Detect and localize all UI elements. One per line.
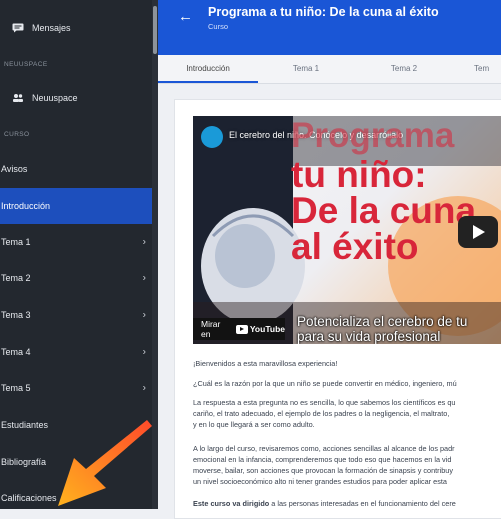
sidebar-item-label: Tema 4 xyxy=(1,347,31,357)
page-subtitle: Curso xyxy=(208,22,229,31)
paragraph-course-2: emocional en la infancia, comprenderemos… xyxy=(193,455,452,464)
sidebar-item-tema-5[interactable]: Tema 5 › xyxy=(0,370,158,406)
tab-introduccion[interactable]: Introducción xyxy=(158,55,258,83)
sidebar-item-tema-2[interactable]: Tema 2 › xyxy=(0,260,158,296)
audience-bold: Este curso va dirigido xyxy=(193,499,270,508)
watch-on-youtube-button[interactable]: Mirar en YouTube xyxy=(193,318,285,340)
play-button[interactable] xyxy=(458,216,498,248)
paragraph-answer-1: La respuesta a esta pregunta no es senci… xyxy=(193,398,456,407)
course-header: ← Programa a tu niño: De la cuna al éxit… xyxy=(158,0,501,55)
sidebar-item-label: Calificaciones xyxy=(1,493,57,503)
sidebar-item-label: Tema 3 xyxy=(1,310,31,320)
section-neuuspace: NEUUSPACE xyxy=(4,61,48,68)
thumbnail-text-4: al éxito xyxy=(291,226,419,267)
chevron-right-icon: › xyxy=(142,382,146,394)
sidebar-item-label: Introducción xyxy=(1,201,51,211)
thumbnail-footer-2: para su vida profesional xyxy=(297,329,441,344)
sidebar-item-label: Estudiantes xyxy=(1,420,49,430)
sidebar-item-label: Tema 2 xyxy=(1,273,31,283)
chevron-right-icon: › xyxy=(142,272,146,284)
sidebar-item-label: Mensajes xyxy=(32,23,71,33)
video-embed[interactable]: El cerebro del niño. Conócelo y desarról… xyxy=(193,116,501,344)
paragraph-course-4: un nivel socioeconómico alto ni tener gr… xyxy=(193,477,447,486)
users-icon xyxy=(12,93,24,103)
tab-tema-2[interactable]: Tema 2 xyxy=(354,55,454,83)
message-icon xyxy=(12,23,24,33)
paragraph-audience: Este curso va dirigido a las personas in… xyxy=(193,499,456,509)
paragraph-course-3: moverse, bailar, son acciones que provoc… xyxy=(193,466,453,475)
chevron-right-icon: › xyxy=(142,346,146,358)
paragraph-answer-3: y en lo que llegará a ser como adulto. xyxy=(193,420,315,429)
paragraph-welcome: ¡Bienvenidos a esta maravillosa experien… xyxy=(193,359,338,368)
sidebar-item-label: Tema 1 xyxy=(1,237,31,247)
thumbnail-text-1: Programa xyxy=(291,116,455,155)
sidebar-item-label: Neuuspace xyxy=(32,93,78,103)
section-curso: CURSO xyxy=(4,131,30,138)
sidebar-item-avisos[interactable]: Avisos xyxy=(0,151,158,187)
pointer-arrow-icon xyxy=(58,420,152,506)
sidebar-item-neuuspace[interactable]: Neuuspace xyxy=(0,80,158,116)
sidebar-item-tema-4[interactable]: Tema 4 › xyxy=(0,334,158,370)
tab-bar: Introducción Tema 1 Tema 2 Tem xyxy=(158,55,501,84)
sidebar-item-label: Bibliografía xyxy=(1,457,47,467)
paragraph-answer-2: cariño, el trato adecuado, el ejemplo de… xyxy=(193,409,450,418)
sidebar-item-tema-1[interactable]: Tema 1 › xyxy=(0,224,158,260)
sidebar-item-label: Tema 5 xyxy=(1,383,31,393)
tab-tema-1[interactable]: Tema 1 xyxy=(258,55,354,83)
tab-tema-3[interactable]: Tem xyxy=(474,55,501,83)
paragraph-course-1: A lo largo del curso, revisaremos como, … xyxy=(193,444,455,453)
channel-logo xyxy=(201,126,223,148)
sidebar-item-introduccion[interactable]: Introducción xyxy=(0,188,158,224)
chevron-right-icon: › xyxy=(142,236,146,248)
watch-label: Mirar en xyxy=(201,319,221,339)
audience-rest: a las personas interesadas en el funcion… xyxy=(269,499,456,508)
sidebar-item-mensajes[interactable]: Mensajes xyxy=(0,10,158,46)
sidebar-item-tema-3[interactable]: Tema 3 › xyxy=(0,297,158,333)
youtube-label: YouTube xyxy=(249,324,285,334)
sidebar-item-label: Avisos xyxy=(1,164,28,174)
page-title: Programa a tu niño: De la cuna al éxito xyxy=(208,5,439,19)
back-arrow-icon[interactable]: ← xyxy=(178,8,193,25)
youtube-icon xyxy=(236,324,248,334)
thumbnail-footer-1: Potencializa el cerebro de tu xyxy=(297,314,468,329)
paragraph-question: ¿Cuál es la razón por la que un niño se … xyxy=(193,379,457,388)
chevron-right-icon: › xyxy=(142,309,146,321)
scrollbar-thumb[interactable] xyxy=(153,6,157,54)
play-icon xyxy=(473,225,485,239)
